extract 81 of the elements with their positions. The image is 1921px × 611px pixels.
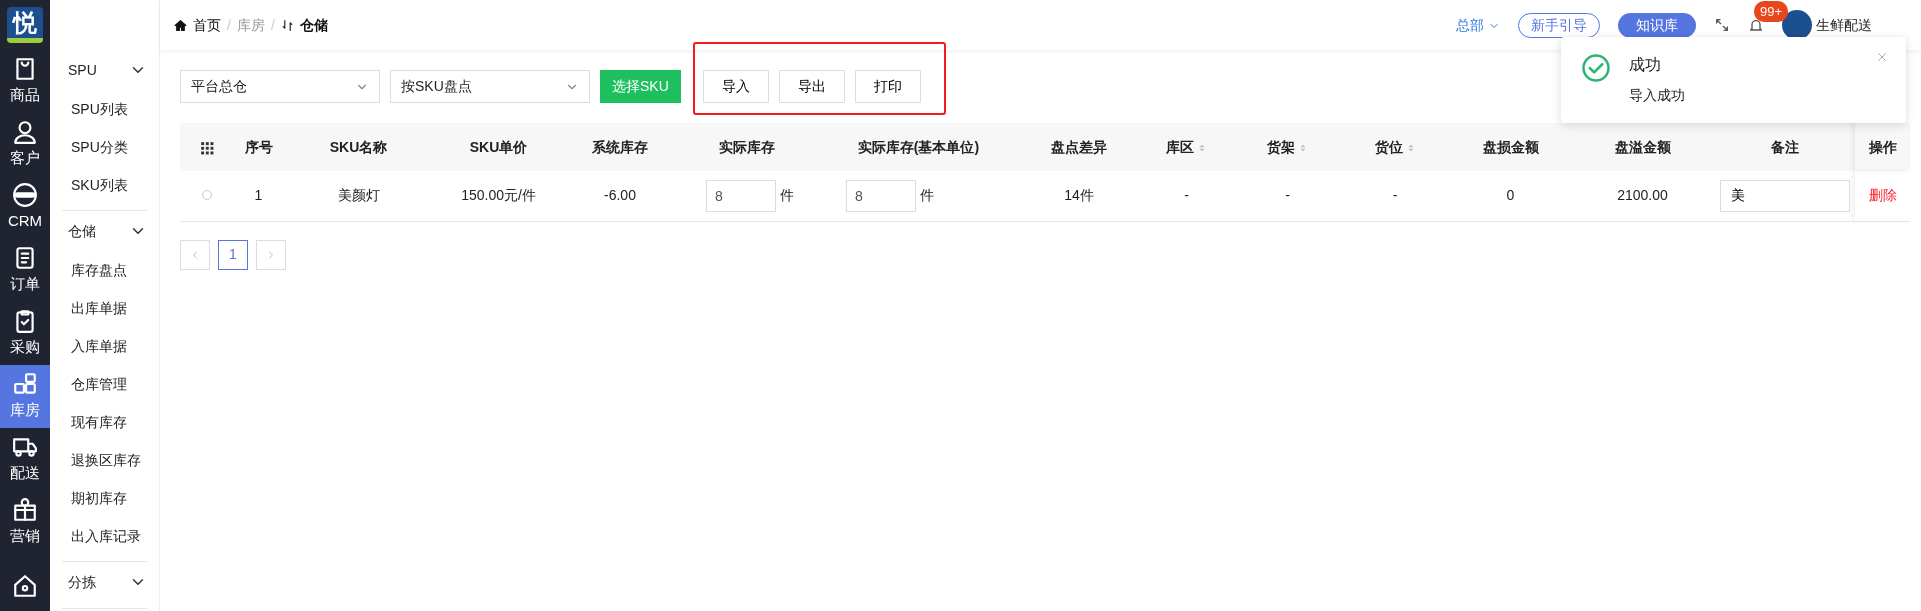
table-cell: 14件 xyxy=(1064,187,1094,204)
toolbar-button[interactable]: 导入 xyxy=(702,70,769,103)
next-page-button[interactable] xyxy=(256,239,286,270)
sidebar-group-header[interactable]: SPU xyxy=(62,50,147,90)
sidebar-item[interactable]: SPU分类 xyxy=(62,128,147,166)
sidebar-item[interactable]: 出库单据 xyxy=(62,289,147,327)
prev-page-button[interactable] xyxy=(180,239,210,270)
sidebar-item[interactable]: SPU列表 xyxy=(62,90,147,128)
rail-item[interactable]: 采购 xyxy=(0,302,50,365)
close-icon[interactable] xyxy=(1876,51,1888,63)
knowledge-button[interactable]: 知识库 xyxy=(1618,12,1696,38)
table-cell: -6.00 xyxy=(604,187,636,204)
quantity-field[interactable]: 8 xyxy=(846,179,916,212)
column-header: 货架 xyxy=(1267,138,1295,155)
sidebar-item[interactable]: 现有库存 xyxy=(62,403,147,441)
rail-item[interactable]: CRM xyxy=(0,176,50,239)
table-cell: - xyxy=(1285,187,1290,204)
delete-link[interactable]: 删除 xyxy=(1868,187,1897,204)
gift-icon xyxy=(12,497,38,524)
column-header: 库区 xyxy=(1166,138,1194,155)
page-button[interactable]: 1 xyxy=(218,239,248,270)
breadcrumb-separator: / xyxy=(270,15,275,35)
unit-label: 件 xyxy=(780,186,794,206)
column-header: SKU单价 xyxy=(469,138,528,155)
column-header: 盘损金额 xyxy=(1482,138,1539,155)
toolbar-button[interactable]: 打印 xyxy=(854,70,921,103)
notification-badge: 99+ xyxy=(1754,0,1789,22)
user-name[interactable]: 生鲜配送 xyxy=(1816,14,1872,36)
column-header: 货位 xyxy=(1374,138,1403,155)
rail-item[interactable]: 商品 xyxy=(0,50,50,113)
toast-title: 成功 xyxy=(1629,55,1662,75)
guide-button[interactable]: 新手引导 xyxy=(1518,12,1600,38)
warehouse-select[interactable]: 平台总仓 xyxy=(180,70,380,103)
mode-select[interactable]: 按SKU盘点 xyxy=(390,70,590,103)
rail-item[interactable]: 库房 xyxy=(0,365,50,428)
table-cell: - xyxy=(1184,187,1189,204)
table-cell: 1 xyxy=(254,187,263,204)
sidebar-group-header[interactable]: 分拣 xyxy=(62,562,147,602)
table-cell: 2100.00 xyxy=(1617,187,1668,204)
success-check-icon xyxy=(1581,53,1611,83)
logo: 悦 xyxy=(7,7,43,43)
column-header: SKU名称 xyxy=(329,138,388,155)
home-icon xyxy=(174,18,187,32)
toolbar-button[interactable]: 导出 xyxy=(778,70,845,103)
rail-item[interactable]: 配送 xyxy=(0,428,50,491)
note-field[interactable]: 美 xyxy=(1719,179,1850,212)
person-icon xyxy=(12,119,38,146)
house-icon xyxy=(12,572,38,599)
unit-label: 件 xyxy=(920,186,934,206)
table-cell: 150.00元/件 xyxy=(461,187,536,204)
rail-item[interactable]: 营销 xyxy=(0,491,50,554)
sidebar-item[interactable]: 库存盘点 xyxy=(62,251,147,289)
rail-item[interactable]: 订单 xyxy=(0,239,50,302)
column-header: 备注 xyxy=(1770,138,1799,155)
column-header: 盘点差异 xyxy=(1051,138,1107,155)
breadcrumb-separator: / xyxy=(227,15,231,35)
sidebar-item[interactable]: 期初库存 xyxy=(62,479,147,517)
quantity-field[interactable]: 8 xyxy=(706,179,776,212)
table-cell: 0 xyxy=(1506,187,1515,204)
sidebar-group-header[interactable]: 仓储 xyxy=(62,211,147,251)
bell-icon xyxy=(1748,17,1764,34)
fullscreen-icon xyxy=(1714,17,1730,33)
breadcrumb-item[interactable]: 首页 xyxy=(193,14,221,36)
table-cell: - xyxy=(1392,187,1398,204)
column-header: 实际库存 xyxy=(719,138,775,155)
rail-item[interactable]: 客户 xyxy=(0,113,50,176)
grid-icon xyxy=(200,140,214,155)
column-header: 序号 xyxy=(244,138,273,155)
column-header: 操作 xyxy=(1868,138,1897,155)
column-header: 系统库存 xyxy=(592,138,648,155)
column-header: 实际库存(基本单位) xyxy=(857,138,980,155)
org-dropdown[interactable]: 总部 xyxy=(1456,14,1500,36)
sidebar-item[interactable]: 出入库记录 xyxy=(62,517,147,555)
column-header: 盘溢金额 xyxy=(1614,138,1671,155)
table-cell: 美颜灯 xyxy=(337,187,380,204)
sidebar-item[interactable]: SKU列表 xyxy=(62,166,147,204)
sidebar-item[interactable]: 入库单据 xyxy=(62,327,147,365)
breadcrumb-item: 仓储 xyxy=(299,15,328,35)
toast-message: 导入成功 xyxy=(1629,86,1685,105)
sidebar-item[interactable]: 退换区库存 xyxy=(62,441,147,479)
sidebar-item[interactable]: 仓库管理 xyxy=(62,365,147,403)
